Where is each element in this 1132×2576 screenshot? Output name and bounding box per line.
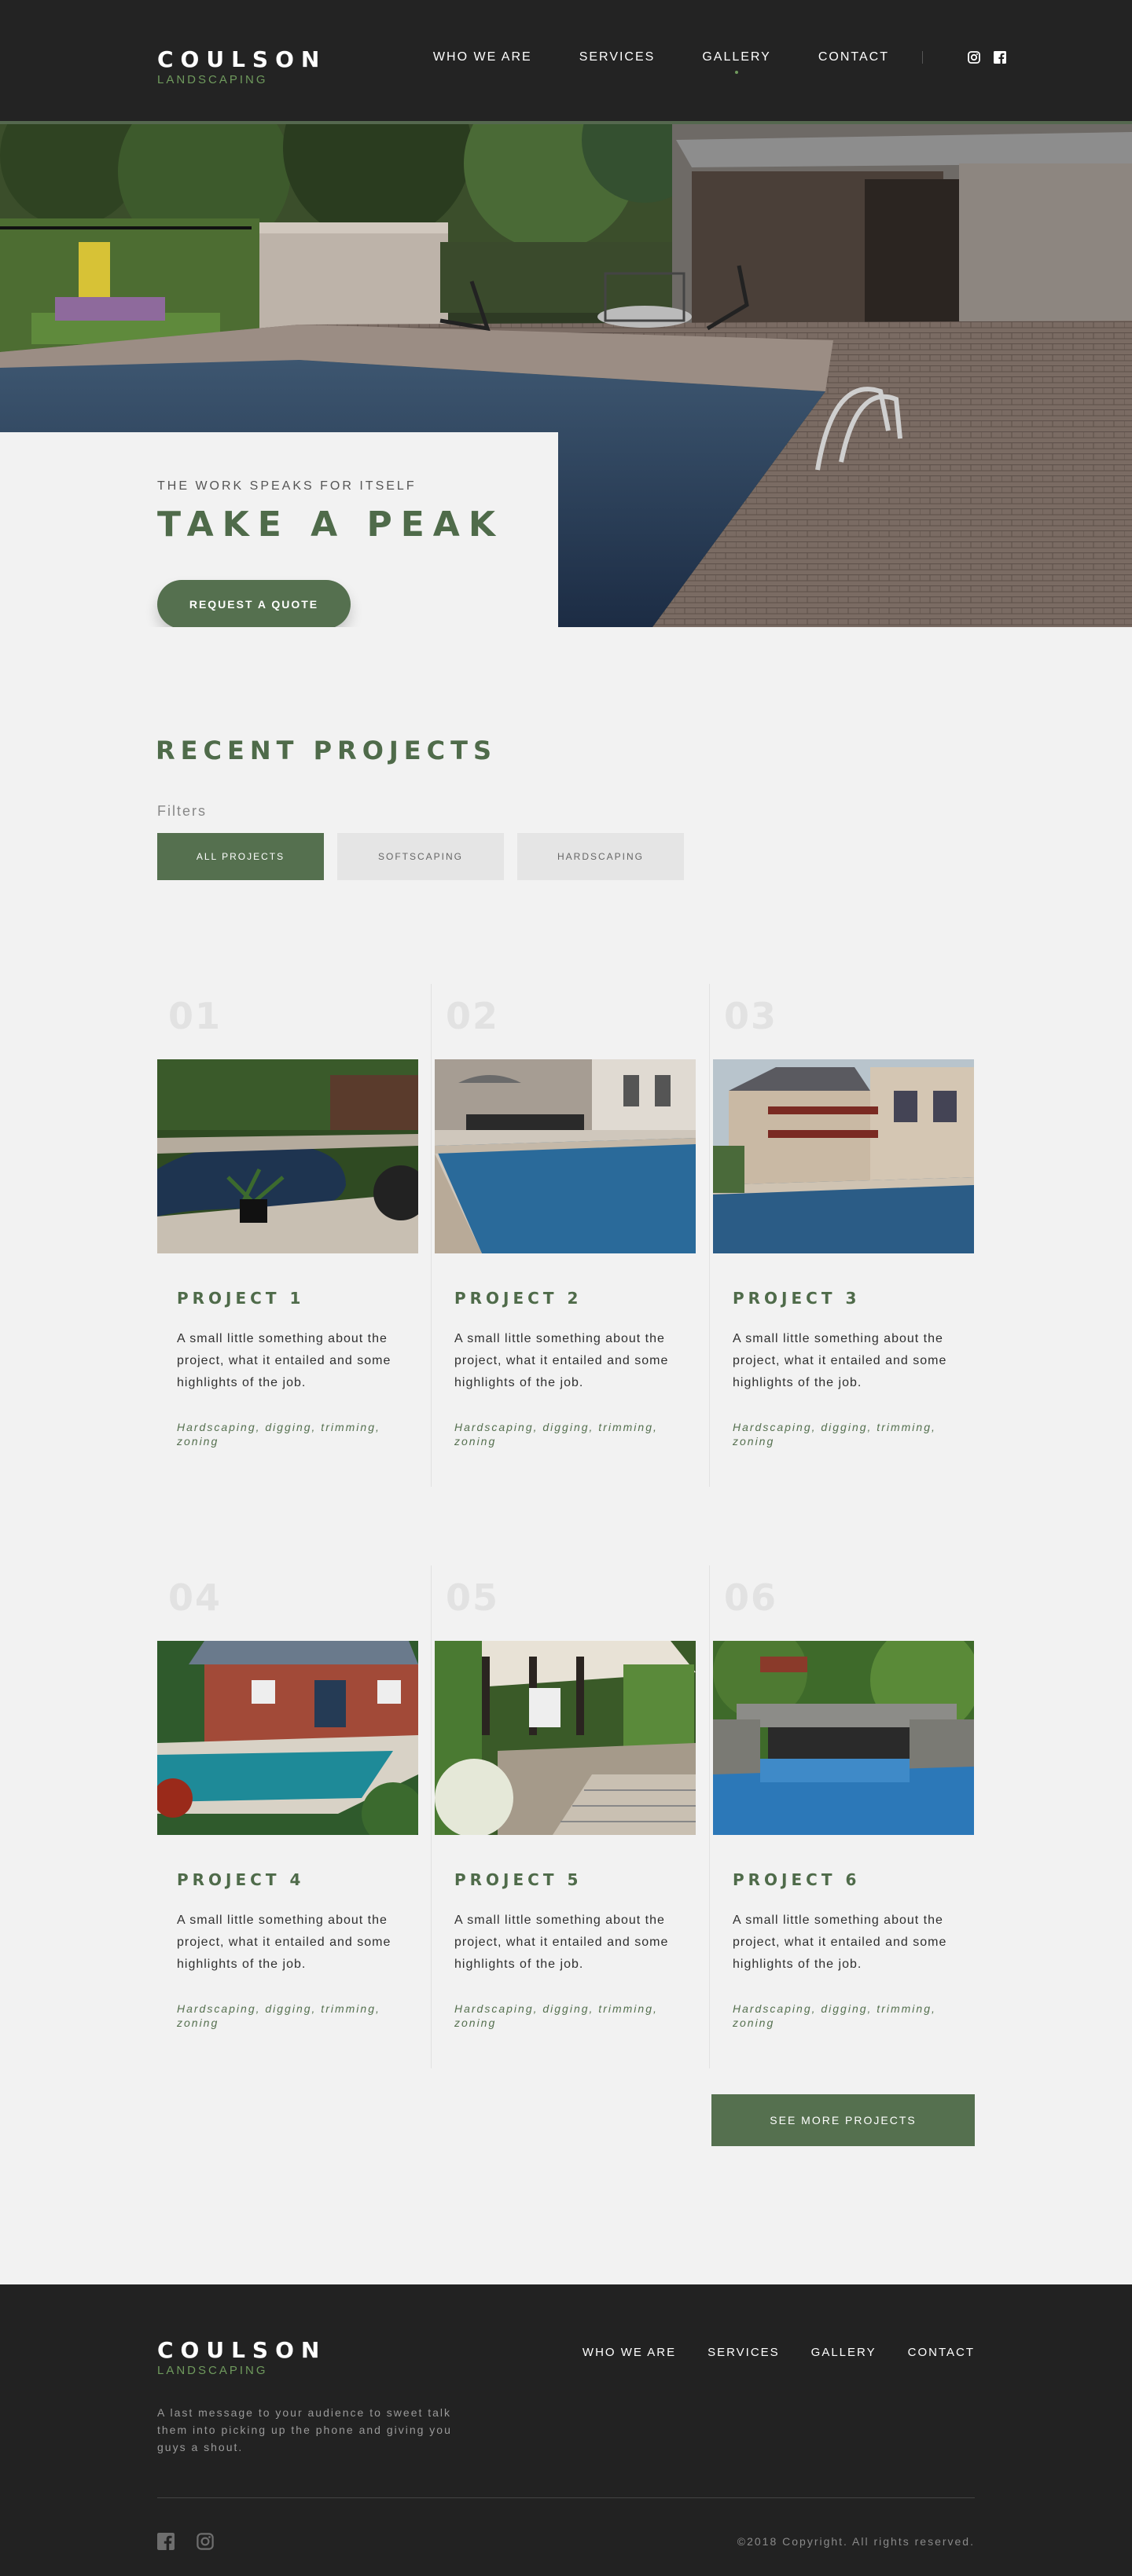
project-title: PROJECT 2 <box>454 1289 583 1308</box>
site-header: COULSON LANDSCAPING WHO WE ARE SERVICES … <box>0 0 1132 124</box>
card-divider <box>431 984 432 1487</box>
project-number: 04 <box>168 1576 222 1619</box>
footer-link-contact[interactable]: CONTACT <box>908 2346 975 2359</box>
footer-link-who-we-are[interactable]: WHO WE ARE <box>583 2346 676 2359</box>
recent-projects-section: RECENT PROJECTS Filters ALL PROJECTS SOF… <box>0 627 1132 2284</box>
project-tags: Hardscaping, digging, trimming, zoning <box>177 2002 380 2029</box>
project-photo <box>713 1059 974 1253</box>
project-card[interactable]: 02 PROJECT 2 A small little something ab… <box>431 984 696 1487</box>
project-description: A small little something about the proje… <box>177 1914 391 1971</box>
instagram-icon[interactable] <box>967 51 980 64</box>
nav-item-services[interactable]: SERVICES <box>579 50 656 64</box>
nav-divider <box>922 51 923 64</box>
facebook-icon[interactable] <box>993 51 1006 64</box>
project-title: PROJECT 3 <box>733 1289 861 1308</box>
filter-bar: ALL PROJECTS SOFTSCAPING HARDSCAPING <box>157 833 697 880</box>
project-description: A small little something about the proje… <box>454 1914 669 1971</box>
nav-item-who-we-are[interactable]: WHO WE ARE <box>433 50 532 64</box>
project-title: PROJECT 5 <box>454 1870 583 1889</box>
site-footer: COULSON LANDSCAPING A last message to yo… <box>0 2284 1132 2576</box>
section-title: RECENT PROJECTS <box>156 736 498 765</box>
footer-link-gallery[interactable]: GALLERY <box>811 2346 877 2359</box>
footer-message: A last message to your audience to sweet… <box>157 2406 452 2453</box>
filter-all-projects[interactable]: ALL PROJECTS <box>157 833 324 880</box>
logo-tagline: LANDSCAPING <box>157 73 268 86</box>
project-number: 06 <box>724 1576 778 1619</box>
footer-logo[interactable]: COULSON LANDSCAPING <box>157 2338 326 2378</box>
project-number: 01 <box>168 995 222 1037</box>
project-description: A small little something about the proje… <box>454 1332 669 1389</box>
hero-title: TAKE A PEAK <box>157 505 504 545</box>
hero: THE WORK SPEAKS FOR ITSELF TAKE A PEAK R… <box>0 124 1132 627</box>
project-photo <box>157 1059 418 1253</box>
hero-card: THE WORK SPEAKS FOR ITSELF TAKE A PEAK R… <box>0 432 558 627</box>
filter-softscaping[interactable]: SOFTSCAPING <box>337 833 504 880</box>
project-title: PROJECT 1 <box>177 1289 305 1308</box>
project-photo <box>435 1641 696 1835</box>
instagram-icon[interactable] <box>197 2533 214 2550</box>
main-nav: WHO WE ARE SERVICES GALLERY CONTACT <box>386 50 1006 74</box>
card-divider <box>431 1565 432 2068</box>
project-card[interactable]: 06 PROJECT 6 A small little something ab… <box>709 1565 974 2068</box>
copyright-text: ©2018 Copyright. All rights reserved. <box>737 2535 975 2548</box>
project-tags: Hardscaping, digging, trimming, zoning <box>454 1421 658 1448</box>
filters-label: Filters <box>157 803 207 819</box>
footer-link-services[interactable]: SERVICES <box>708 2346 780 2359</box>
project-number: 05 <box>446 1576 500 1619</box>
see-more-projects-button[interactable]: SEE MORE PROJECTS <box>711 2094 975 2146</box>
project-card[interactable]: 05 PROJECT 5 A small little something ab… <box>431 1565 696 2068</box>
project-card[interactable]: 04 PROJECT 4 A small little something ab… <box>157 1565 418 2068</box>
request-quote-button[interactable]: REQUEST A QUOTE <box>157 580 351 627</box>
project-number: 02 <box>446 995 500 1037</box>
project-tags: Hardscaping, digging, trimming, zoning <box>733 1421 936 1448</box>
project-title: PROJECT 6 <box>733 1870 861 1889</box>
card-divider <box>709 1565 710 2068</box>
filter-hardscaping[interactable]: HARDSCAPING <box>517 833 684 880</box>
logo-tagline: LANDSCAPING <box>157 2364 268 2377</box>
project-tags: Hardscaping, digging, trimming, zoning <box>454 2002 658 2029</box>
project-card[interactable]: 03 PROJECT 3 A small little something ab… <box>709 984 974 1487</box>
footer-social <box>157 2533 236 2550</box>
project-photo <box>435 1059 696 1253</box>
project-title: PROJECT 4 <box>177 1870 305 1889</box>
project-card[interactable]: 01 PROJECT 1 A small little something ab… <box>157 984 418 1487</box>
site-logo[interactable]: COULSON LANDSCAPING <box>157 47 326 87</box>
project-photo <box>157 1641 418 1835</box>
project-description: A small little something about the proje… <box>733 1332 947 1389</box>
nav-item-gallery[interactable]: GALLERY <box>702 50 771 74</box>
footer-nav: WHO WE ARE SERVICES GALLERY CONTACT <box>551 2346 975 2359</box>
facebook-icon[interactable] <box>157 2533 175 2550</box>
project-photo <box>713 1641 974 1835</box>
card-divider <box>709 984 710 1487</box>
hero-kicker: THE WORK SPEAKS FOR ITSELF <box>157 479 417 493</box>
nav-item-contact[interactable]: CONTACT <box>818 50 889 64</box>
project-number: 03 <box>724 995 778 1037</box>
project-tags: Hardscaping, digging, trimming, zoning <box>733 2002 936 2029</box>
logo-name: COULSON <box>157 2337 327 2363</box>
footer-divider <box>157 2497 975 2498</box>
logo-name: COULSON <box>157 46 327 72</box>
project-tags: Hardscaping, digging, trimming, zoning <box>177 1421 380 1448</box>
project-description: A small little something about the proje… <box>177 1332 391 1389</box>
project-description: A small little something about the proje… <box>733 1914 947 1971</box>
